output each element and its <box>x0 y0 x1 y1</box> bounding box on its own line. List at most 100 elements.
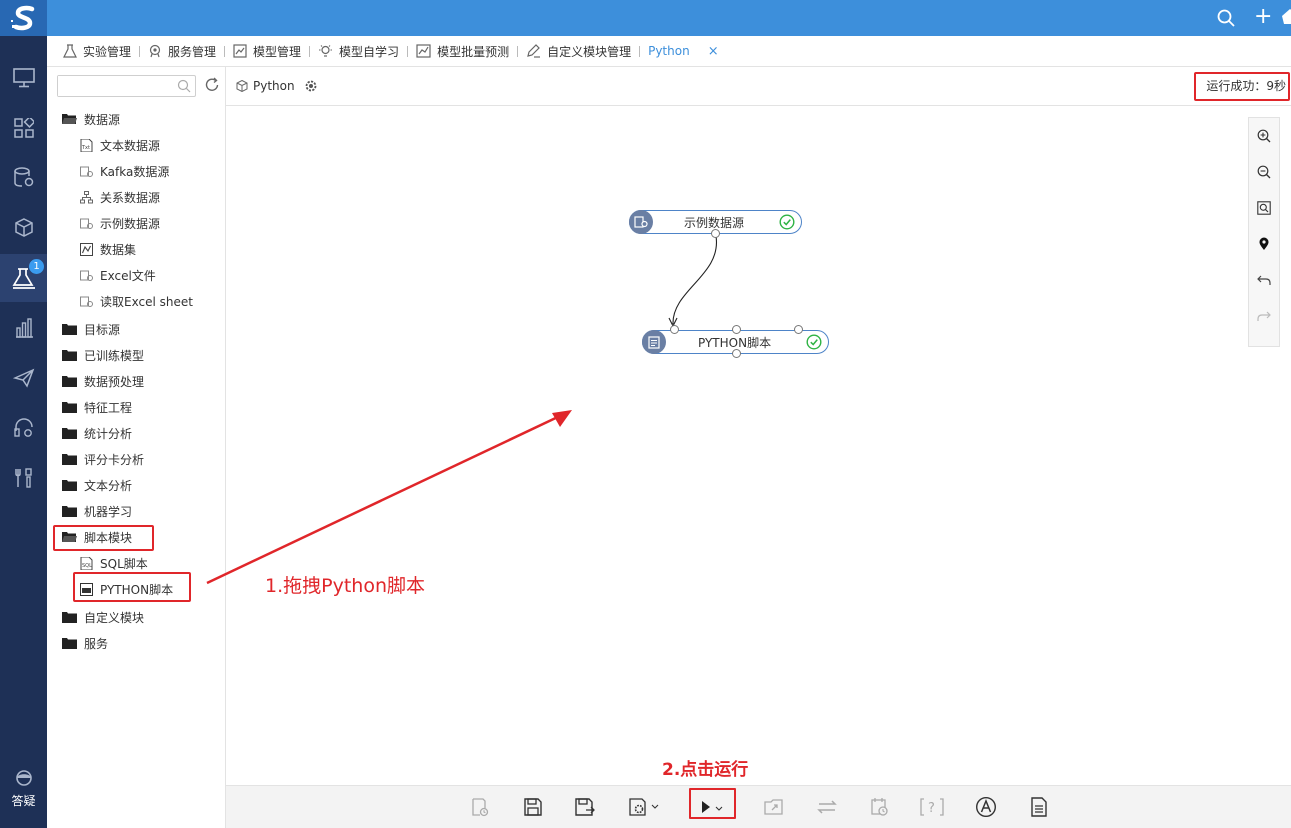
flow-node-python-script[interactable]: PYTHON脚本 <box>642 325 829 358</box>
drag-instruction: 1.拖拽Python脚本 <box>265 575 425 597</box>
datasource-icon <box>80 166 93 177</box>
tree-folder-statistics[interactable]: 统计分析 <box>62 420 132 446</box>
datasource-icon <box>80 296 93 307</box>
refresh-icon[interactable] <box>204 77 220 93</box>
rail-charts[interactable] <box>0 304 47 352</box>
save-button[interactable] <box>520 793 546 821</box>
run-instruction: 2.点击运行 <box>662 760 749 780</box>
rail-tools[interactable] <box>0 454 47 502</box>
schedule-button[interactable] <box>467 793 493 821</box>
experiment-name: Python <box>253 79 295 93</box>
tab-model-self-learning[interactable]: 模型自学习 <box>318 36 399 67</box>
tree-folder-scorecard[interactable]: 评分卡分析 <box>62 446 144 472</box>
input-port[interactable] <box>794 325 803 334</box>
fit-view-button[interactable] <box>1249 190 1279 226</box>
settings-gear-icon[interactable] <box>304 79 318 93</box>
rail-experiments[interactable]: 1 <box>0 254 47 302</box>
tab-model-management[interactable]: 模型管理 <box>233 36 301 67</box>
bar-chart-icon <box>15 318 33 338</box>
tree-folder-custom-modules[interactable]: 自定义模块 <box>62 604 144 630</box>
doc-clock-icon <box>472 798 489 817</box>
tree-label: 服务 <box>84 636 109 651</box>
export-icon <box>764 799 783 815</box>
tree-leaf-excel-sheet[interactable]: 读取Excel sheet <box>80 288 193 314</box>
rail-apps[interactable] <box>0 104 47 152</box>
svg-text:?: ? <box>928 801 935 816</box>
sync-button[interactable] <box>814 793 840 821</box>
tree-label: 已训练模型 <box>84 348 145 363</box>
datasource-icon <box>80 270 93 281</box>
locate-button[interactable] <box>1249 226 1279 262</box>
export-button[interactable] <box>761 793 787 821</box>
search-icon[interactable] <box>1216 8 1236 28</box>
rail-cubes[interactable] <box>0 204 47 252</box>
tab-label: 自定义模块管理 <box>547 44 632 59</box>
tree-leaf-text-datasource[interactable]: Txt 文本数据源 <box>80 132 160 158</box>
home-icon[interactable] <box>1282 8 1291 24</box>
tree-leaf-kafka-datasource[interactable]: Kafka数据源 <box>80 158 169 184</box>
app-logo[interactable] <box>0 0 47 36</box>
help-bracket-icon: ? <box>920 798 944 816</box>
folder-icon <box>62 612 77 623</box>
add-icon[interactable]: + <box>1254 6 1272 28</box>
tools-icon <box>14 468 32 488</box>
folder-icon <box>62 480 77 491</box>
rail-database[interactable] <box>0 154 47 202</box>
tree-folder-feature-engineering[interactable]: 特征工程 <box>62 394 132 420</box>
tree-folder-machine-learning[interactable]: 机器学习 <box>62 498 132 524</box>
tree-leaf-excel-file[interactable]: Excel文件 <box>80 262 156 288</box>
folder-open-icon <box>62 114 77 124</box>
help-button[interactable]: ? <box>919 793 945 821</box>
input-port[interactable] <box>670 325 679 334</box>
rail-monitor[interactable] <box>0 54 47 102</box>
tree-folder-target[interactable]: 目标源 <box>62 316 120 342</box>
cubes-icon <box>14 218 33 237</box>
tree-leaf-dataset[interactable]: 数据集 <box>80 236 136 262</box>
tab-label: 模型自学习 <box>339 44 400 59</box>
tree-folder-text-analysis[interactable]: 文本分析 <box>62 472 132 498</box>
tree-leaf-sample-datasource[interactable]: 示例数据源 <box>80 210 160 236</box>
annotation-button[interactable] <box>973 793 999 821</box>
output-port[interactable] <box>732 349 741 358</box>
settings-dropdown-button[interactable] <box>626 793 662 821</box>
module-tabs: 实验管理 服务管理 模型管理 模型自学习 模型批量预测 自定义模块管理 Pyth… <box>47 36 1291 67</box>
close-tab-icon[interactable]: × <box>708 44 719 59</box>
tree-folder-services[interactable]: 服务 <box>62 630 108 656</box>
zoom-in-button[interactable] <box>1249 118 1279 154</box>
tree-folder-preprocessing[interactable]: 数据预处理 <box>62 368 144 394</box>
circle-a-icon <box>975 796 997 818</box>
run-status: 运行成功：9秒 <box>1194 72 1290 101</box>
tab-python[interactable]: Python × <box>648 36 719 67</box>
rail-services[interactable] <box>0 404 47 452</box>
send-icon <box>12 368 34 388</box>
flow-node-sample-datasource[interactable]: 示例数据源 <box>629 210 802 238</box>
log-button[interactable] <box>1026 793 1052 821</box>
tab-batch-prediction[interactable]: 模型批量预测 <box>416 36 509 67</box>
redo-button[interactable] <box>1249 298 1279 334</box>
save-as-button[interactable] <box>572 793 598 821</box>
lightbulb-icon <box>319 45 333 57</box>
tree-leaf-relational-datasource[interactable]: 关系数据源 <box>80 184 160 210</box>
tree-search-input[interactable] <box>58 76 168 96</box>
rail-publish[interactable] <box>0 354 47 402</box>
undo-button[interactable] <box>1249 262 1279 298</box>
zoom-out-button[interactable] <box>1249 154 1279 190</box>
rail-help[interactable]: 答疑 <box>0 769 47 809</box>
tree-folder-trained-models[interactable]: 已训练模型 <box>62 342 144 368</box>
tab-experiment-management[interactable]: 实验管理 <box>63 36 131 67</box>
tab-custom-modules[interactable]: 自定义模块管理 <box>526 36 631 67</box>
undo-icon <box>1257 275 1271 285</box>
tab-service-management[interactable]: 服务管理 <box>148 36 216 67</box>
search-icon[interactable] <box>177 79 191 93</box>
input-port[interactable] <box>732 325 741 334</box>
tab-divider <box>407 45 409 57</box>
tab-divider <box>309 45 311 57</box>
output-port[interactable] <box>711 229 720 238</box>
cube-icon <box>236 80 248 92</box>
success-check-icon <box>806 334 822 350</box>
history-button[interactable] <box>867 793 893 821</box>
workflow-canvas[interactable] <box>226 106 1291 785</box>
tree-label: 统计分析 <box>84 426 133 441</box>
monitor-icon <box>12 68 35 88</box>
tree-folder-datasource[interactable]: 数据源 <box>62 106 120 132</box>
